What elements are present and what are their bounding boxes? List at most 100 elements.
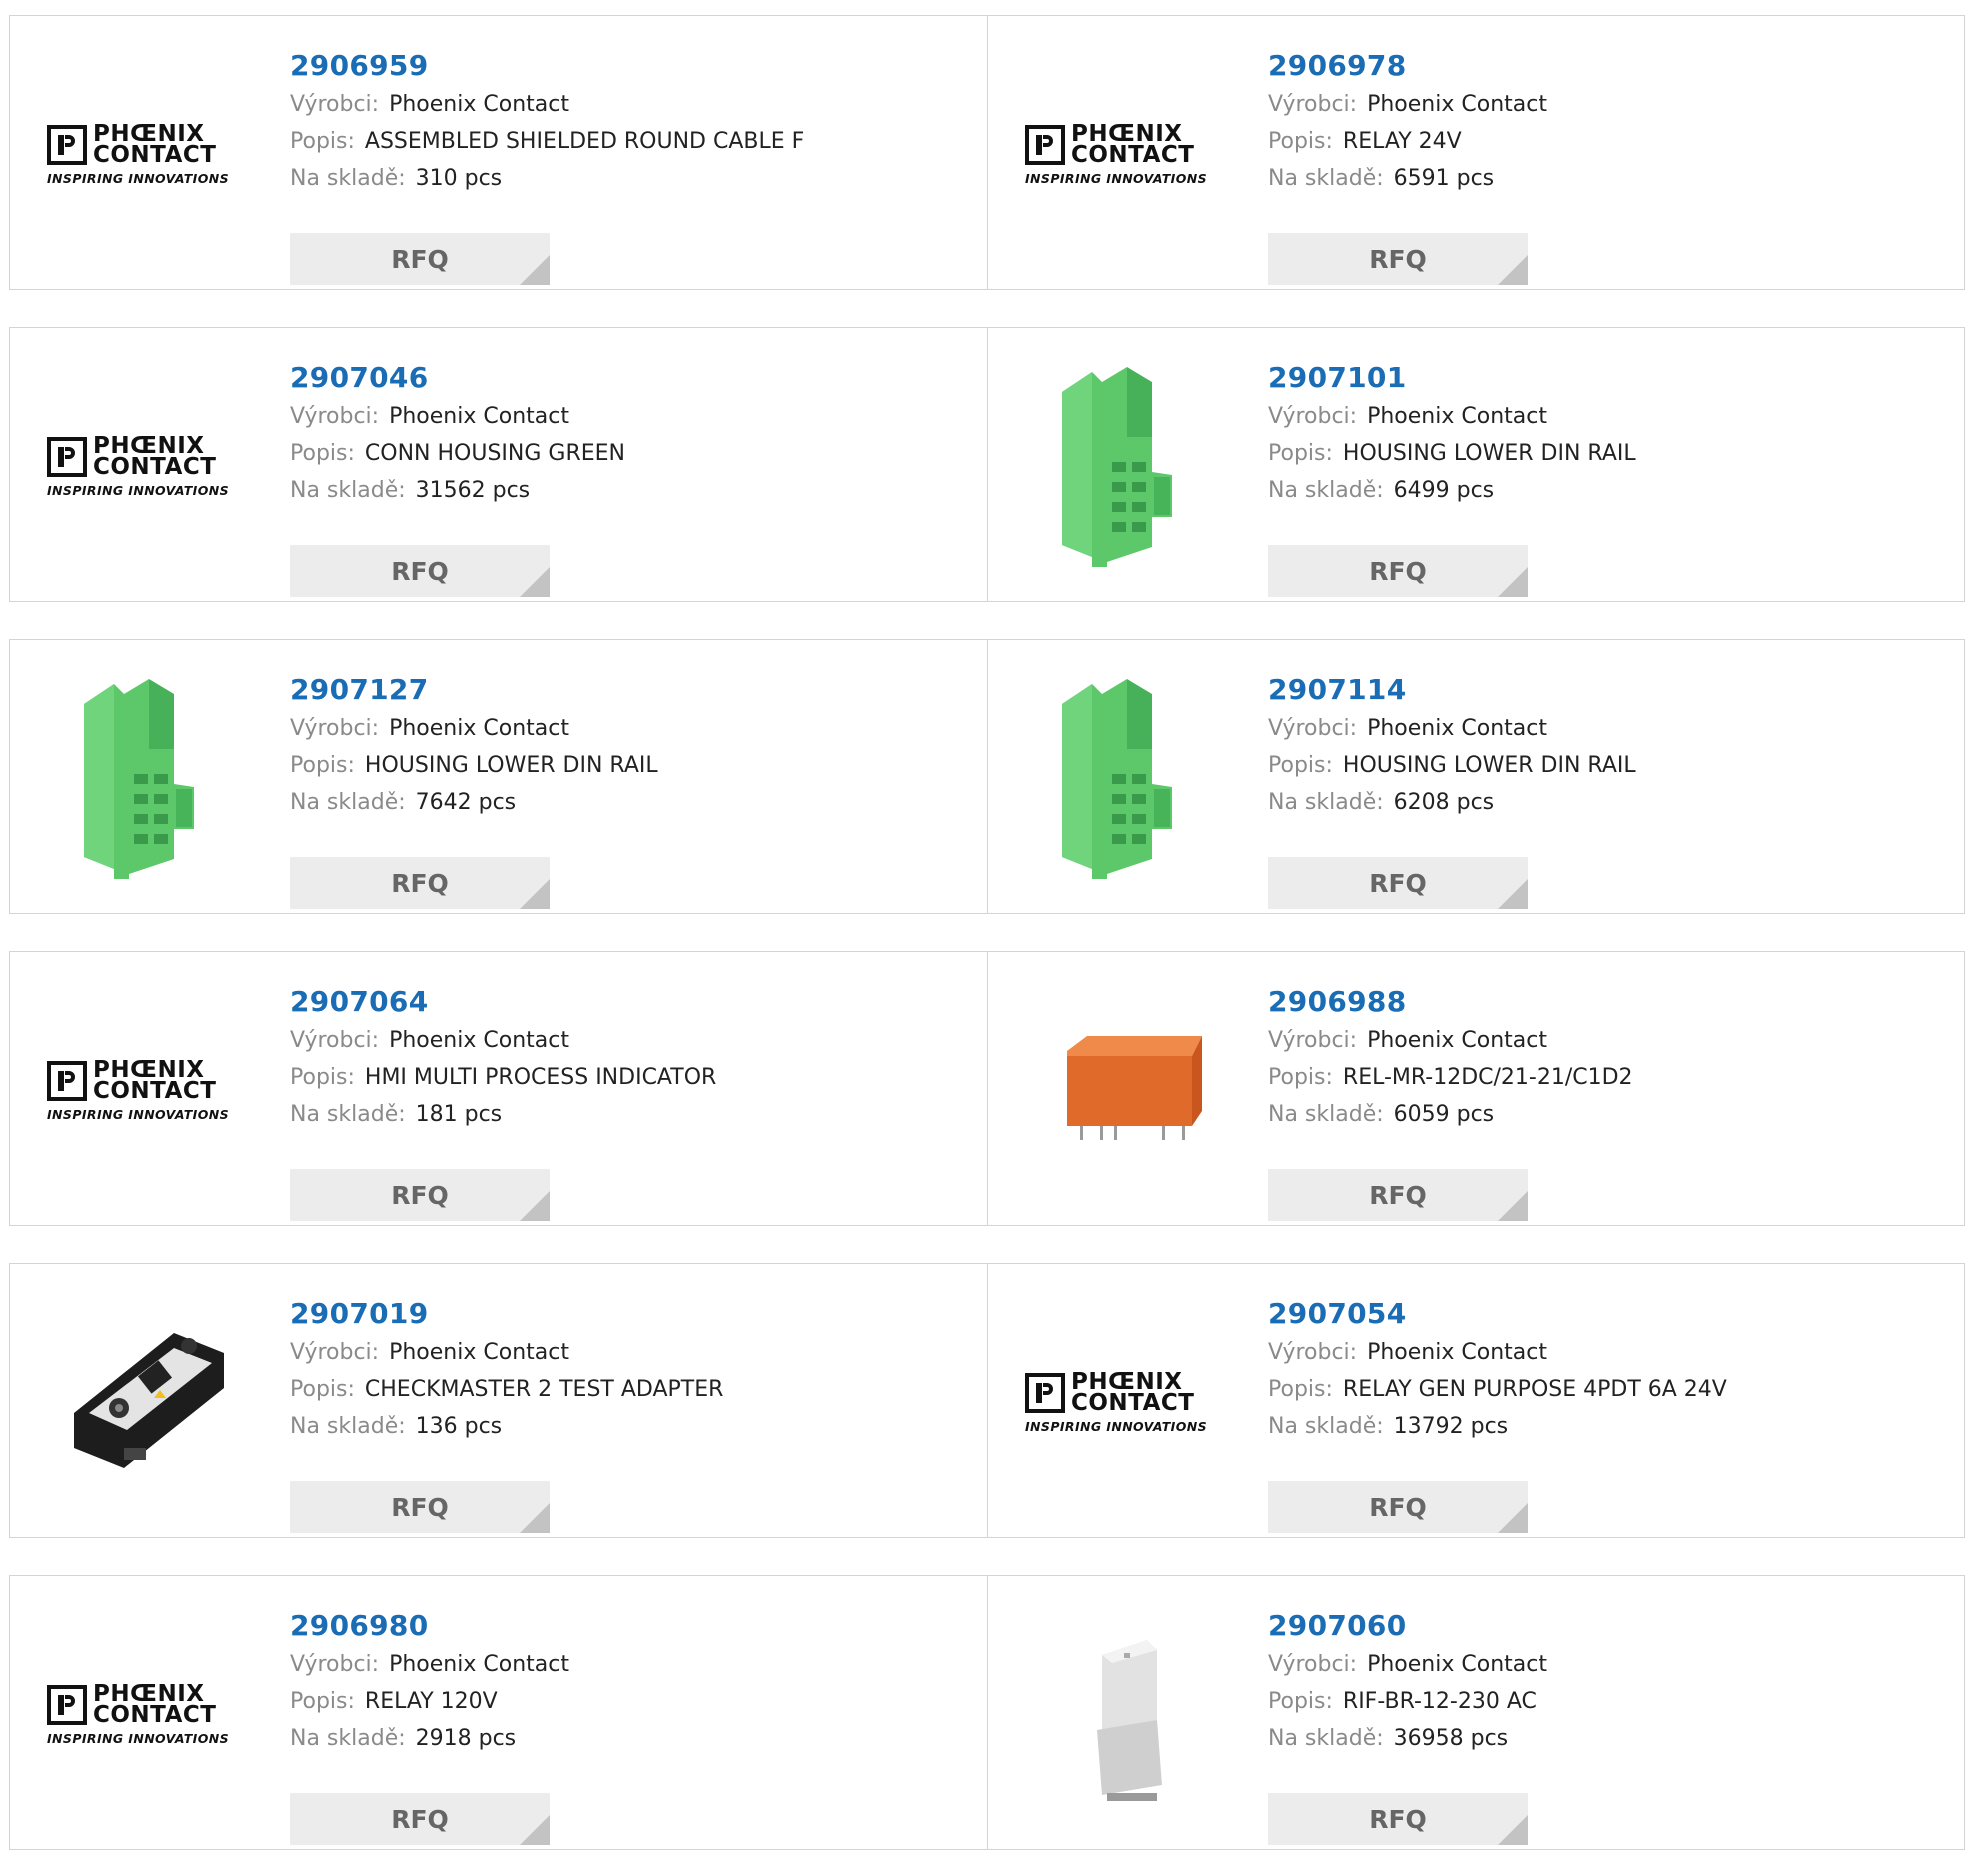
rfq-button[interactable]: RFQ (290, 857, 550, 909)
manufacturer-value: Phoenix Contact (389, 404, 569, 429)
part-number-link[interactable]: 2907060 (1268, 1606, 1946, 1646)
product-image[interactable] (1025, 677, 1229, 881)
rfq-button[interactable]: RFQ (1268, 857, 1528, 909)
phoenix-logo-mark-icon (1025, 1373, 1065, 1413)
product-row: PHŒNIX CONTACT INSPIRING INNOVATIONS 290… (9, 1575, 1965, 1850)
manufacturer-line: Výrobci: Phoenix Contact (290, 398, 967, 435)
rfq-button[interactable]: RFQ (1268, 233, 1528, 285)
stock-label: Na skladě: (1268, 166, 1384, 191)
description-value: REL-MR-12DC/21-21/C1D2 (1342, 1065, 1633, 1090)
product-row: PHŒNIX CONTACT INSPIRING INNOVATIONS 290… (9, 15, 1965, 290)
manufacturer-label: Výrobci: (1268, 1340, 1358, 1365)
product-image[interactable] (1025, 365, 1229, 569)
description-label: Popis: (290, 441, 355, 466)
part-number-link[interactable]: 2906978 (1268, 46, 1946, 86)
stock-value: 181 pcs (415, 1102, 503, 1127)
description-label: Popis: (1268, 129, 1333, 154)
description-label: Popis: (1268, 441, 1333, 466)
manufacturer-line: Výrobci: Phoenix Contact (1268, 398, 1946, 435)
part-number-link[interactable]: 2906988 (1268, 982, 1946, 1022)
rfq-button[interactable]: RFQ (1268, 1169, 1528, 1221)
manufacturer-value: Phoenix Contact (1367, 1652, 1547, 1677)
phoenix-contact-logo: PHŒNIX CONTACT INSPIRING INNOVATIONS (47, 1683, 251, 1746)
product-card: 2907127 Výrobci: Phoenix Contact Popis: HO… (10, 640, 988, 913)
logo-line2: CONTACT (93, 142, 217, 168)
product-info: 2906959 Výrobci: Phoenix Contact Popis: AS… (290, 46, 967, 285)
product-image[interactable]: PHŒNIX CONTACT INSPIRING INNOVATIONS (1025, 53, 1229, 257)
stock-line: Na skladě: 136 pcs (290, 1408, 967, 1445)
stock-value: 7642 pcs (415, 790, 517, 815)
manufacturer-value: Phoenix Contact (389, 1028, 569, 1053)
product-image[interactable] (1025, 989, 1229, 1193)
manufacturer-line: Výrobci: Phoenix Contact (1268, 710, 1946, 747)
phoenix-contact-logo: PHŒNIX CONTACT INSPIRING INNOVATIONS (1025, 123, 1229, 186)
product-info: 2907046 Výrobci: Phoenix Contact Popis: CO… (290, 358, 967, 597)
manufacturer-label: Výrobci: (290, 92, 380, 117)
product-image[interactable] (47, 677, 251, 881)
stock-value: 6059 pcs (1393, 1102, 1495, 1127)
product-card: PHŒNIX CONTACT INSPIRING INNOVATIONS 290… (988, 16, 1965, 289)
manufacturer-label: Výrobci: (1268, 92, 1358, 117)
stock-line: Na skladě: 31562 pcs (290, 472, 967, 509)
stock-label: Na skladě: (290, 1414, 406, 1439)
part-number-link[interactable]: 2906959 (290, 46, 967, 86)
logo-line2: CONTACT (93, 1078, 217, 1104)
product-image[interactable]: PHŒNIX CONTACT INSPIRING INNOVATIONS (1025, 1301, 1229, 1505)
manufacturer-label: Výrobci: (1268, 1028, 1358, 1053)
rfq-button[interactable]: RFQ (1268, 545, 1528, 597)
phoenix-logo-mark-icon (47, 1685, 87, 1725)
stock-line: Na skladě: 13792 pcs (1268, 1408, 1946, 1445)
grey-relay-base-image (1097, 1640, 1162, 1801)
manufacturer-value: Phoenix Contact (389, 92, 569, 117)
phoenix-logo-mark-icon (1025, 125, 1065, 165)
phoenix-contact-logo: PHŒNIX CONTACT INSPIRING INNOVATIONS (47, 1059, 251, 1122)
stock-line: Na skladě: 7642 pcs (290, 784, 967, 821)
description-label: Popis: (290, 753, 355, 778)
part-number-link[interactable]: 2907046 (290, 358, 967, 398)
product-card: 2906988 Výrobci: Phoenix Contact Popis: RE… (988, 952, 1965, 1225)
description-label: Popis: (290, 1065, 355, 1090)
rfq-button[interactable]: RFQ (290, 1481, 550, 1533)
test-adapter-image (74, 1333, 224, 1468)
part-number-link[interactable]: 2907114 (1268, 670, 1946, 710)
manufacturer-line: Výrobci: Phoenix Contact (1268, 1334, 1946, 1371)
description-line: Popis: REL-MR-12DC/21-21/C1D2 (1268, 1059, 1946, 1096)
product-image[interactable] (1025, 1613, 1229, 1817)
description-value: HMI MULTI PROCESS INDICATOR (364, 1065, 717, 1090)
rfq-button[interactable]: RFQ (290, 233, 550, 285)
part-number-link[interactable]: 2907127 (290, 670, 967, 710)
product-image[interactable]: PHŒNIX CONTACT INSPIRING INNOVATIONS (47, 53, 251, 257)
rfq-button[interactable]: RFQ (290, 545, 550, 597)
part-number-link[interactable]: 2907019 (290, 1294, 967, 1334)
product-image[interactable]: PHŒNIX CONTACT INSPIRING INNOVATIONS (47, 989, 251, 1193)
part-number-link[interactable]: 2906980 (290, 1606, 967, 1646)
manufacturer-value: Phoenix Contact (1367, 1028, 1547, 1053)
manufacturer-line: Výrobci: Phoenix Contact (1268, 86, 1946, 123)
description-line: Popis: RELAY 120V (290, 1683, 967, 1720)
product-image[interactable]: PHŒNIX CONTACT INSPIRING INNOVATIONS (47, 365, 251, 569)
part-number-link[interactable]: 2907064 (290, 982, 967, 1022)
product-card: 2907060 Výrobci: Phoenix Contact Popis: RI… (988, 1576, 1965, 1849)
product-image[interactable] (47, 1301, 251, 1505)
part-number-link[interactable]: 2907101 (1268, 358, 1946, 398)
manufacturer-label: Výrobci: (290, 404, 380, 429)
product-card: 2907101 Výrobci: Phoenix Contact Popis: HO… (988, 328, 1965, 601)
rfq-button[interactable]: RFQ (290, 1169, 550, 1221)
stock-line: Na skladě: 6591 pcs (1268, 160, 1946, 197)
description-value: CONN HOUSING GREEN (364, 441, 625, 466)
logo-tagline: INSPIRING INNOVATIONS (1025, 171, 1208, 186)
product-row: 2907127 Výrobci: Phoenix Contact Popis: HO… (9, 639, 1965, 914)
stock-value: 310 pcs (415, 166, 503, 191)
stock-label: Na skladě: (290, 1726, 406, 1751)
description-label: Popis: (1268, 1689, 1333, 1714)
manufacturer-line: Výrobci: Phoenix Contact (290, 86, 967, 123)
rfq-button[interactable]: RFQ (290, 1793, 550, 1845)
part-number-link[interactable]: 2907054 (1268, 1294, 1946, 1334)
description-label: Popis: (1268, 753, 1333, 778)
stock-line: Na skladě: 310 pcs (290, 160, 967, 197)
stock-line: Na skladě: 181 pcs (290, 1096, 967, 1133)
rfq-button[interactable]: RFQ (1268, 1481, 1528, 1533)
stock-label: Na skladě: (1268, 790, 1384, 815)
rfq-button[interactable]: RFQ (1268, 1793, 1528, 1845)
product-image[interactable]: PHŒNIX CONTACT INSPIRING INNOVATIONS (47, 1613, 251, 1817)
